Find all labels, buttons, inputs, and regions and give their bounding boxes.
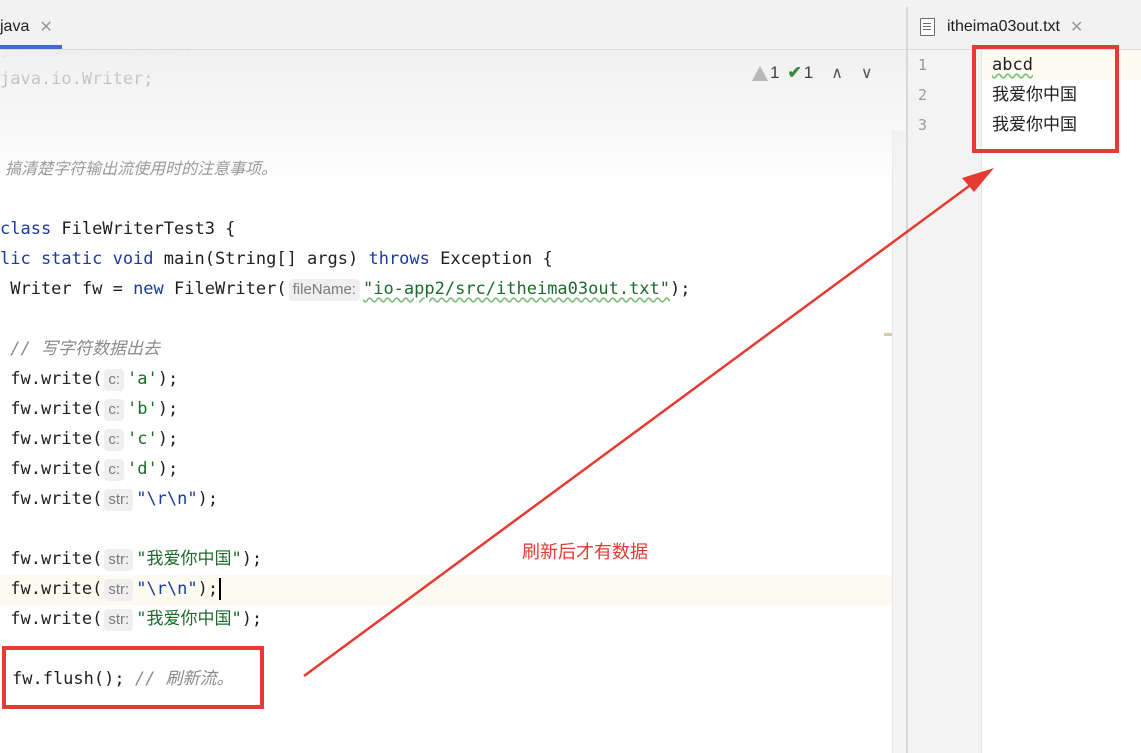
annotation-arrow: [303, 168, 994, 678]
annotation-label: 刷新后才有数据: [522, 542, 648, 562]
